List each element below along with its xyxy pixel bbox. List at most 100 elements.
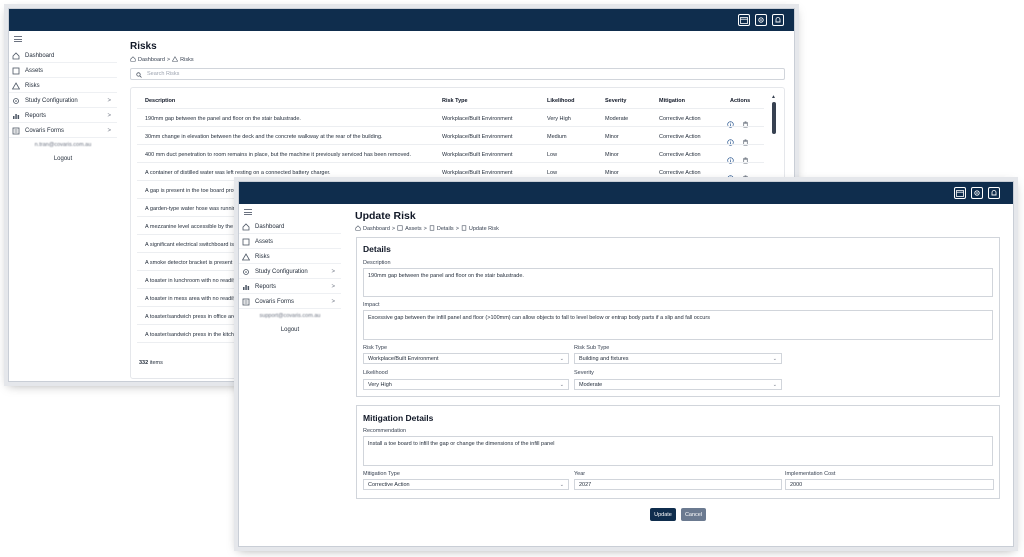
- top-bar: [239, 182, 1013, 204]
- sidebar-item-reports[interactable]: Reports >: [9, 109, 117, 123]
- cancel-button[interactable]: Cancel: [681, 508, 706, 521]
- sidebar-item-label: Covaris Forms: [25, 127, 65, 134]
- risk-type-label: Risk Type: [363, 345, 388, 351]
- recommendation-field[interactable]: Install a toe board to infill the gap or…: [363, 436, 993, 466]
- breadcrumb-dashboard[interactable]: Dashboard: [363, 226, 390, 232]
- breadcrumb-details[interactable]: Details: [437, 226, 454, 232]
- sidebar-item-covaris-forms[interactable]: Covaris Forms >: [9, 124, 117, 138]
- info-icon[interactable]: [727, 151, 734, 169]
- sidebar-item-study-configuration[interactable]: Study Configuration >: [239, 265, 341, 279]
- bell-icon[interactable]: [988, 187, 1000, 199]
- year-input[interactable]: 2027: [574, 479, 782, 490]
- logout-button[interactable]: Logout: [239, 327, 341, 333]
- sidebar-item-dashboard[interactable]: Dashboard: [239, 220, 341, 234]
- sidebar-item-label: Dashboard: [25, 52, 55, 59]
- form-icon: [12, 127, 20, 135]
- table-cell-description: A toaster/sandwich press in the kitchen: [145, 332, 241, 338]
- table-cell-description: A mezzanine level accessible by the ha: [145, 224, 241, 230]
- scrollbar[interactable]: [772, 102, 776, 134]
- breadcrumb-dashboard[interactable]: Dashboard: [138, 57, 165, 63]
- impact-label: Impact: [363, 302, 380, 308]
- chevron-right-icon: >: [107, 127, 111, 134]
- impact-field[interactable]: Excessive gap between the infill panel a…: [363, 310, 993, 340]
- scroll-up-icon[interactable]: ▲: [771, 94, 776, 100]
- implementation-cost-label: Implementation Cost: [785, 471, 836, 477]
- sidebar-item-label: Covaris Forms: [255, 298, 295, 305]
- sidebar-item-study-configuration[interactable]: Study Configuration >: [9, 94, 117, 108]
- trash-icon[interactable]: [742, 151, 749, 169]
- row-divider: [137, 144, 764, 145]
- top-bar: [9, 9, 794, 31]
- table-cell-description: 190mm gap between the panel and floor on…: [145, 116, 301, 122]
- col-header-likelihood[interactable]: Likelihood: [547, 98, 575, 104]
- table-cell: Workplace/Built Environment: [442, 152, 513, 158]
- sidebar-item-risks[interactable]: Risks: [9, 79, 117, 93]
- chart-icon: [242, 283, 250, 291]
- table-cell: Workplace/Built Environment: [442, 116, 513, 122]
- description-field[interactable]: 190mm gap between the panel and floor on…: [363, 268, 993, 297]
- row-divider: [137, 126, 764, 127]
- sidebar-item-dashboard[interactable]: Dashboard: [9, 49, 117, 63]
- gear-icon[interactable]: [755, 14, 767, 26]
- info-icon[interactable]: [727, 133, 734, 151]
- recommendation-label: Recommendation: [363, 428, 407, 434]
- sidebar-item-label: Assets: [255, 238, 274, 245]
- info-icon[interactable]: [727, 115, 734, 133]
- menu-icon[interactable]: [244, 209, 252, 215]
- table-cell-description: A significant electrical switchboard is …: [145, 242, 239, 248]
- risk-sub-type-select[interactable]: Building and fixtures ⌄: [574, 353, 782, 364]
- table-cell: Corrective Action: [659, 170, 701, 176]
- search-box[interactable]: Search Risks: [130, 68, 785, 80]
- document-icon: [461, 225, 467, 233]
- warning-icon: [12, 81, 20, 90]
- bell-icon[interactable]: [772, 14, 784, 26]
- col-header-risk-type[interactable]: Risk Type: [442, 98, 468, 104]
- breadcrumb-assets[interactable]: Assets: [405, 226, 422, 232]
- sidebar-item-reports[interactable]: Reports >: [239, 280, 341, 294]
- calendar-icon[interactable]: [738, 14, 750, 26]
- table-cell: Low: [547, 152, 558, 158]
- gear-icon[interactable]: [971, 187, 983, 199]
- section-title: Mitigation Details: [363, 413, 434, 423]
- table-cell-description: 400 mm duct penetration to room remains …: [145, 152, 411, 158]
- trash-icon[interactable]: [742, 133, 749, 151]
- chevron-down-icon: ⌄: [559, 381, 564, 388]
- risk-type-select[interactable]: Workplace/Built Environment ⌄: [363, 353, 569, 364]
- table-cell: Minor: [605, 152, 619, 158]
- chevron-right-icon: >: [107, 97, 111, 104]
- calendar-icon[interactable]: [954, 187, 966, 199]
- warning-icon: [171, 56, 179, 64]
- update-button[interactable]: Update: [650, 508, 676, 521]
- user-email: n.tran@covaris.com.au: [34, 142, 92, 148]
- table-cell-description: 30mm change in elevation between the dec…: [145, 134, 383, 140]
- breadcrumb-update-risk: Update Risk: [468, 226, 499, 232]
- col-header-severity[interactable]: Severity: [605, 98, 626, 104]
- severity-select[interactable]: Moderate ⌄: [574, 379, 782, 390]
- sidebar-item-label: Study Configuration: [255, 268, 308, 275]
- trash-icon[interactable]: [742, 115, 749, 133]
- likelihood-select[interactable]: Very High ⌄: [363, 379, 569, 390]
- description-label: Description: [363, 260, 391, 266]
- table-cell-description: A toaster in mess area with no readily: [145, 296, 237, 302]
- col-header-description[interactable]: Description: [145, 98, 175, 104]
- search-input[interactable]: Search Risks: [147, 71, 179, 77]
- table-cell-description: A container of distilled water was left …: [145, 170, 331, 176]
- sidebar-item-label: Reports: [25, 112, 47, 119]
- chevron-right-icon: >: [331, 283, 335, 290]
- sidebar-item-covaris-forms[interactable]: Covaris Forms >: [239, 295, 341, 309]
- implementation-cost-input[interactable]: 2000: [785, 479, 994, 490]
- sidebar-item-risks[interactable]: Risks: [239, 250, 341, 264]
- mitigation-type-select[interactable]: Corrective Action ⌄: [363, 479, 569, 490]
- chevron-down-icon: ⌄: [772, 355, 777, 362]
- menu-icon[interactable]: [14, 36, 22, 42]
- table-cell: Corrective Action: [659, 152, 701, 158]
- likelihood-label: Likelihood: [363, 370, 388, 376]
- logout-button[interactable]: Logout: [9, 156, 117, 162]
- table-cell-description: A smoke detector bracket is present o: [145, 260, 238, 266]
- sidebar-item-assets[interactable]: Assets: [239, 235, 341, 249]
- sidebar-item-assets[interactable]: Assets: [9, 64, 117, 78]
- table-cell: Moderate: [605, 116, 629, 122]
- col-header-mitigation[interactable]: Mitigation: [659, 98, 685, 104]
- table-cell: Corrective Action: [659, 116, 701, 122]
- home-icon: [242, 222, 250, 231]
